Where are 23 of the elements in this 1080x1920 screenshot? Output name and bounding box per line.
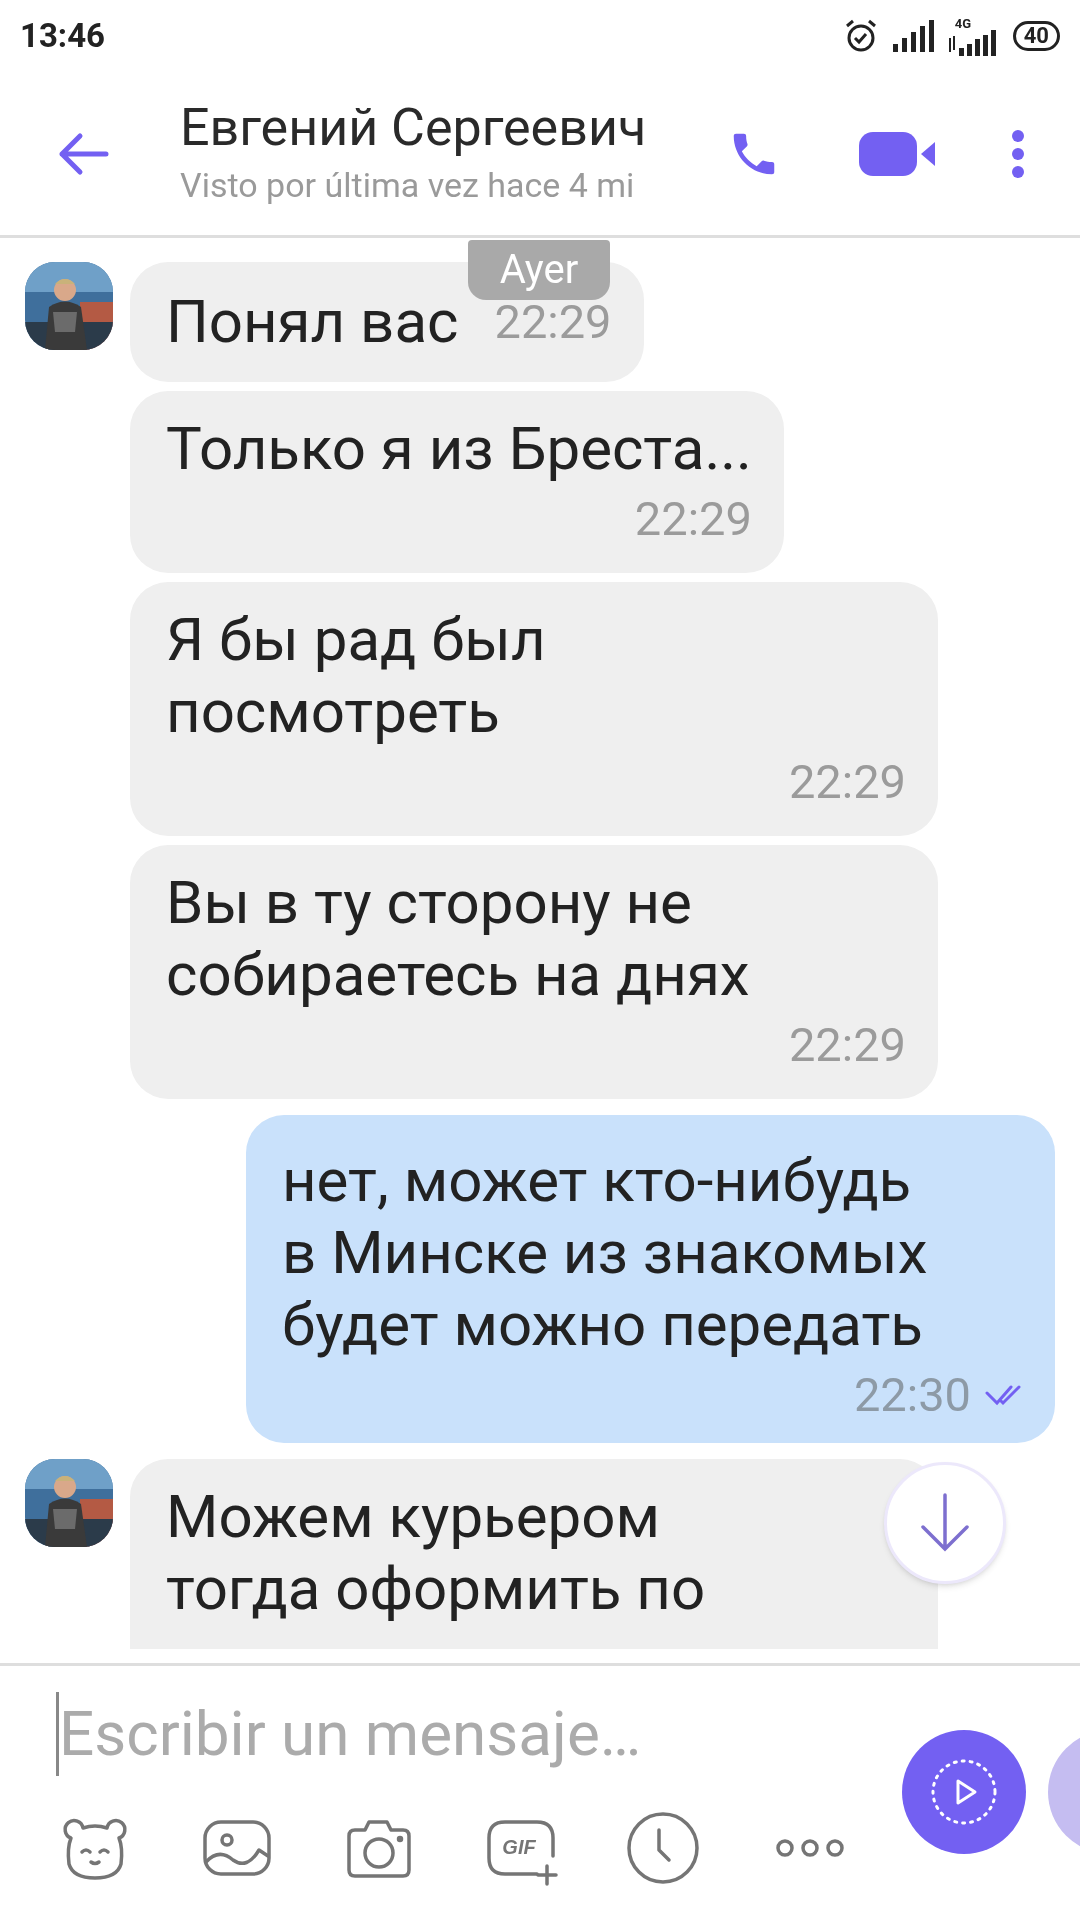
message-text: нет, может кто-нибудь в Минске из знакомых будет можно передать [282,1145,929,1361]
arrow-down-icon [919,1493,971,1553]
video-camera-icon[interactable] [859,129,935,178]
message-time: 22:29 [788,1016,906,1074]
message-text: Я бы рад был посмотреть [166,604,547,748]
message-text: Только я из Бреста... [166,413,752,485]
battery-indicator: 40 [1012,21,1060,51]
message-text: Можем курьером тогда оформить по [166,1481,707,1625]
message-text: Понял вас [166,286,459,358]
signal-icon [892,20,935,52]
message-time: 22:30 [853,1366,971,1424]
message-text: Вы в ту сторону не собираетесь на днях [166,867,751,1011]
message-time: 22:29 [634,490,752,548]
play-icon [929,1757,999,1827]
contact-name: Евгений Сергеевич [180,96,648,160]
message-time: 22:29 [788,753,906,811]
more-options-icon[interactable] [1011,128,1025,179]
last-seen-status: Visto por última vez hace 4 mi [180,164,636,207]
back-arrow-icon[interactable] [58,131,110,176]
network-label: 4G [953,16,972,30]
signal-icon [948,29,999,56]
date-pill: Ayer [468,240,610,300]
status-time: 13:46 [20,15,106,58]
